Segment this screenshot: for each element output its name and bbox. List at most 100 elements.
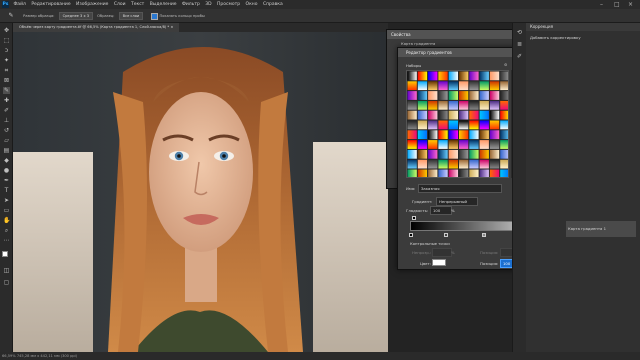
crop-tool-icon[interactable]: ⌗	[3, 67, 10, 74]
gradient-preset-swatch[interactable]	[479, 91, 489, 100]
stamp-tool-icon[interactable]: ⊥	[3, 117, 10, 124]
maximize-icon[interactable]: □	[614, 0, 620, 9]
gradient-preset-swatch[interactable]	[489, 91, 500, 100]
gradient-preset-swatch[interactable]	[489, 130, 500, 140]
gradient-preset-swatch[interactable]	[489, 120, 500, 130]
gradient-preset-swatch[interactable]	[459, 159, 469, 169]
gradient-swatches[interactable]	[407, 71, 509, 178]
gradient-preset-swatch[interactable]	[489, 140, 500, 149]
gradient-preset-swatch[interactable]	[489, 100, 500, 110]
zoom-tool-icon[interactable]: ⌕	[3, 227, 10, 234]
presets-gear-icon[interactable]: ⚙	[504, 62, 507, 67]
gradient-preset-swatch[interactable]	[459, 71, 469, 81]
gradient-preset-swatch[interactable]	[407, 130, 417, 140]
gradient-preset-swatch[interactable]	[479, 81, 489, 91]
marquee-tool-icon[interactable]: ⬚	[3, 37, 10, 44]
gradient-preset-swatch[interactable]	[428, 130, 438, 140]
quick-mask-icon[interactable]: ◫	[3, 267, 10, 274]
gradient-preset-swatch[interactable]	[428, 91, 438, 100]
layer-item[interactable]: Карта градиента 1	[566, 221, 636, 237]
gradient-preset-swatch[interactable]	[417, 91, 428, 100]
gradient-preset-swatch[interactable]	[500, 169, 509, 179]
gradient-preset-swatch[interactable]	[500, 81, 509, 91]
gradient-preset-swatch[interactable]	[459, 120, 469, 130]
opacity-stop-left[interactable]	[412, 216, 416, 220]
document-tab-close-icon[interactable]: ×	[170, 25, 173, 29]
move-tool-icon[interactable]: ✥	[3, 27, 10, 34]
gradient-preset-swatch[interactable]	[417, 110, 428, 120]
adjustments-tab[interactable]: Коррекция	[526, 23, 640, 31]
gradient-preset-swatch[interactable]	[448, 81, 458, 91]
gradient-preset-swatch[interactable]	[448, 110, 458, 120]
gradient-preset-swatch[interactable]	[438, 100, 448, 110]
brush-panel-icon[interactable]: ✐	[516, 53, 523, 60]
gradient-preset-swatch[interactable]	[448, 149, 458, 159]
gradient-preset-swatch[interactable]	[500, 91, 509, 100]
path-select-tool-icon[interactable]: ➤	[3, 197, 10, 204]
frame-tool-icon[interactable]: ⊠	[3, 77, 10, 84]
more-tools-icon[interactable]: ⋯	[3, 237, 10, 244]
gradient-preset-swatch[interactable]	[500, 110, 509, 120]
gradient-tool-icon[interactable]: ▤	[3, 147, 10, 154]
gradient-preset-swatch[interactable]	[428, 110, 438, 120]
gradient-preset-swatch[interactable]	[489, 149, 500, 159]
gradient-preset-swatch[interactable]	[438, 140, 448, 149]
gradient-preset-swatch[interactable]	[469, 169, 479, 179]
gradient-preset-swatch[interactable]	[500, 71, 509, 81]
type-tool-icon[interactable]: T	[3, 187, 10, 194]
gradient-preset-swatch[interactable]	[500, 140, 509, 149]
hand-tool-icon[interactable]: ✋	[3, 217, 10, 224]
gradient-preset-swatch[interactable]	[407, 169, 417, 179]
gradient-preset-swatch[interactable]	[489, 81, 500, 91]
gradient-preset-swatch[interactable]	[407, 159, 417, 169]
gradient-preset-swatch[interactable]	[459, 169, 469, 179]
gradient-preset-swatch[interactable]	[459, 130, 469, 140]
gradient-preset-swatch[interactable]	[438, 149, 448, 159]
properties-panel-icon[interactable]: ≣	[516, 41, 523, 48]
gradient-preset-swatch[interactable]	[448, 159, 458, 169]
gradient-preset-swatch[interactable]	[448, 140, 458, 149]
gradient-preset-swatch[interactable]	[479, 100, 489, 110]
history-brush-tool-icon[interactable]: ↺	[3, 127, 10, 134]
gradient-preset-swatch[interactable]	[448, 91, 458, 100]
document-canvas[interactable]	[13, 32, 388, 352]
color-stop-black[interactable]	[409, 233, 413, 237]
gradient-preset-swatch[interactable]	[448, 169, 458, 179]
gradient-type-select[interactable]: Непрерывный	[436, 197, 478, 206]
gradient-preset-swatch[interactable]	[417, 71, 428, 81]
gradient-preset-swatch[interactable]	[438, 169, 448, 179]
pen-tool-icon[interactable]: ✒	[3, 177, 10, 184]
gradient-preset-swatch[interactable]	[417, 120, 428, 130]
menu-item-select[interactable]: Выделение	[150, 2, 177, 7]
gradient-preset-swatch[interactable]	[407, 110, 417, 120]
menu-item-text[interactable]: Текст	[131, 2, 144, 7]
gradient-preset-swatch[interactable]	[417, 149, 428, 159]
menu-item-3d[interactable]: 3D	[205, 2, 211, 7]
gradient-preset-swatch[interactable]	[448, 120, 458, 130]
eyedropper-icon[interactable]: ✎	[0, 9, 22, 23]
gradient-preset-swatch[interactable]	[428, 149, 438, 159]
gradient-preset-swatch[interactable]	[479, 120, 489, 130]
gradient-preset-swatch[interactable]	[469, 91, 479, 100]
gradient-preset-swatch[interactable]	[407, 100, 417, 110]
gradient-preset-swatch[interactable]	[417, 169, 428, 179]
menu-item-layers[interactable]: Слои	[114, 2, 126, 7]
gradient-preset-swatch[interactable]	[489, 110, 500, 120]
gradient-preset-swatch[interactable]	[438, 130, 448, 140]
gradient-preset-swatch[interactable]	[469, 110, 479, 120]
gradient-preset-swatch[interactable]	[500, 100, 509, 110]
document-tab[interactable]: Объём через карту градиента.tif @ 66,5% …	[13, 23, 180, 32]
gradient-preset-swatch[interactable]	[459, 140, 469, 149]
sample-select[interactable]: Все слои	[118, 12, 144, 20]
gradient-preset-swatch[interactable]	[479, 130, 489, 140]
menu-item-window[interactable]: Окно	[246, 2, 258, 7]
presets-grid[interactable]	[406, 70, 509, 178]
gradient-preset-swatch[interactable]	[479, 71, 489, 81]
gradient-preset-swatch[interactable]	[459, 110, 469, 120]
healing-tool-icon[interactable]: ✚	[3, 97, 10, 104]
blur-tool-icon[interactable]: ◆	[3, 157, 10, 164]
menu-item-edit[interactable]: Редактирование	[31, 2, 70, 7]
quick-select-tool-icon[interactable]: ✦	[3, 57, 10, 64]
gradient-preset-swatch[interactable]	[428, 100, 438, 110]
gradient-preset-swatch[interactable]	[479, 159, 489, 169]
